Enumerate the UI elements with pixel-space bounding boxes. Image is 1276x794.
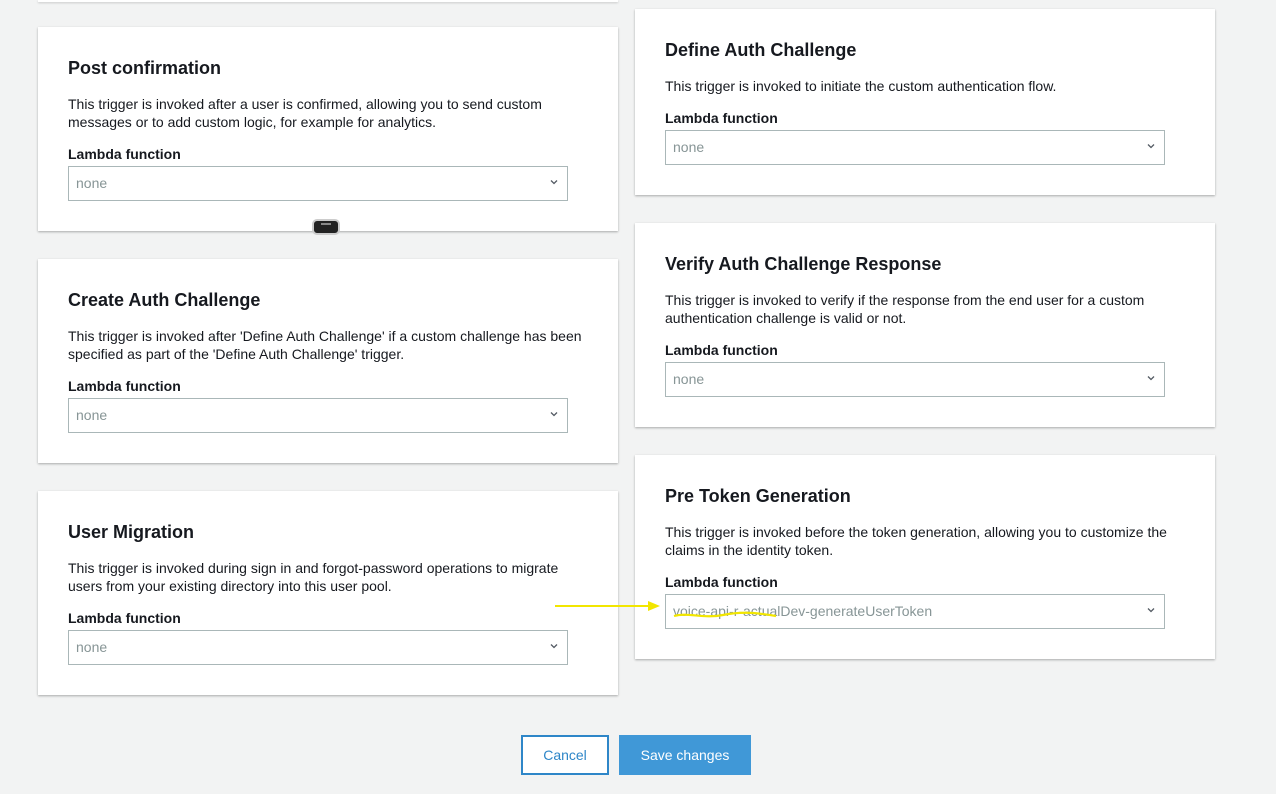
verify-auth-challenge-lambda-label: Lambda function [665, 342, 778, 358]
post-confirmation-title: Post confirmation [68, 58, 222, 78]
user-migration-card: User Migration This trigger is invoked d… [38, 491, 618, 695]
define-auth-challenge-description: This trigger is invoked to initiate the … [665, 78, 1057, 94]
create-auth-challenge-description: This trigger is invoked after 'Define Au… [68, 328, 582, 362]
post-confirmation-lambda-value: none [76, 175, 108, 191]
create-auth-challenge-lambda-select[interactable]: none [68, 398, 568, 433]
chevron-down-icon [1147, 144, 1155, 149]
post-confirmation-card: Post confirmation This trigger is invoke… [38, 27, 618, 231]
verify-auth-challenge-card: Verify Auth Challenge Response This trig… [635, 223, 1215, 427]
verify-auth-challenge-lambda-value: none [673, 371, 705, 387]
post-confirmation-lambda-label: Lambda function [68, 146, 181, 162]
define-auth-challenge-lambda-label: Lambda function [665, 110, 778, 126]
save-changes-button[interactable]: Save changes [619, 735, 751, 775]
redaction-scribble [673, 611, 777, 618]
pre-token-generation-description: This trigger is invoked before the token… [665, 524, 1167, 558]
define-auth-challenge-card: Define Auth Challenge This trigger is in… [635, 9, 1215, 195]
user-migration-description: This trigger is invoked during sign in a… [68, 560, 559, 594]
user-migration-lambda-select[interactable]: none [68, 630, 568, 665]
verify-auth-challenge-title: Verify Auth Challenge Response [665, 254, 942, 274]
define-auth-challenge-title: Define Auth Challenge [665, 40, 857, 60]
annotation-arrow-icon [555, 601, 660, 611]
create-auth-challenge-lambda-value: none [76, 407, 108, 423]
chevron-down-icon [1147, 608, 1155, 613]
verify-auth-challenge-lambda-select[interactable]: none [665, 362, 1165, 397]
post-confirmation-lambda-select[interactable]: none [68, 166, 568, 201]
user-migration-lambda-value: none [76, 639, 108, 655]
post-confirmation-description: This trigger is invoked after a user is … [68, 96, 542, 130]
pre-token-generation-lambda-label: Lambda function [665, 574, 778, 590]
cancel-button[interactable]: Cancel [521, 735, 609, 775]
chevron-down-icon [1147, 376, 1155, 381]
tooltip-bubble [312, 219, 340, 235]
chevron-down-icon [550, 644, 558, 649]
previous-card-edge [38, 0, 618, 2]
function-name-suffix: Dev-generateUserToken [780, 603, 933, 619]
chevron-down-icon [550, 180, 558, 185]
verify-auth-challenge-description: This trigger is invoked to verify if the… [665, 292, 1145, 326]
user-migration-lambda-label: Lambda function [68, 610, 181, 626]
create-auth-challenge-lambda-label: Lambda function [68, 378, 181, 394]
pre-token-generation-card: Pre Token Generation This trigger is inv… [635, 455, 1215, 659]
pre-token-generation-lambda-select[interactable]: voice-api-r-actualDev-generateUserToken [665, 594, 1165, 629]
chevron-down-icon [550, 412, 558, 417]
pre-token-generation-title: Pre Token Generation [665, 486, 851, 506]
create-auth-challenge-title: Create Auth Challenge [68, 290, 261, 310]
define-auth-challenge-lambda-value: none [673, 139, 705, 155]
create-auth-challenge-card: Create Auth Challenge This trigger is in… [38, 259, 618, 463]
user-migration-title: User Migration [68, 522, 195, 542]
define-auth-challenge-lambda-select[interactable]: none [665, 130, 1165, 165]
pre-token-generation-lambda-value: voice-api-r-actualDev-generateUserToken [673, 603, 932, 619]
